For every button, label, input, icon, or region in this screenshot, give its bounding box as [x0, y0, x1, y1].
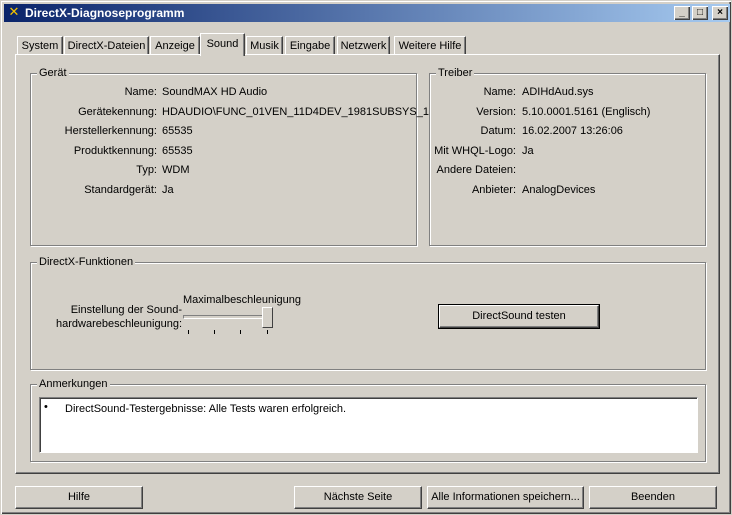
provider-label: Anbieter: — [471, 184, 516, 196]
bullet-icon: • — [44, 401, 48, 413]
tab-weitere-hilfe[interactable]: Weitere Hilfe — [394, 36, 466, 55]
device-group-legend: Gerät — [37, 66, 69, 80]
driver-date-label: Datum: — [480, 125, 516, 137]
directx-features-legend: DirectX-Funktionen — [37, 255, 136, 269]
default-device-value: Ja — [162, 184, 174, 196]
accel-slider-tick — [267, 330, 268, 334]
accel-level-value: Maximalbeschleunigung — [183, 294, 302, 306]
notes-legend: Anmerkungen — [37, 377, 110, 391]
close-button[interactable]: × — [712, 6, 728, 20]
next-page-button[interactable]: Nächste Seite — [294, 486, 422, 509]
driver-version-value: 5.10.0001.5161 (Englisch) — [522, 106, 651, 118]
sound-tab-panel: Gerät Name: SoundMAX HD Audio Gerätekenn… — [15, 54, 720, 474]
note-item: DirectSound-Testergebnisse: Alle Tests w… — [65, 403, 347, 415]
directsound-test-button[interactable]: DirectSound testen — [438, 304, 600, 329]
directx-features-group: DirectX-Funktionen Einstellung der Sound… — [30, 255, 706, 370]
minimize-button[interactable]: _ — [674, 6, 690, 20]
title-bar[interactable]: ✕ DirectX-Diagnoseprogramm _ □ × — [4, 4, 730, 22]
save-all-info-button[interactable]: Alle Informationen speichern... — [427, 486, 584, 509]
provider-value: AnalogDevices — [522, 184, 596, 196]
maximize-button[interactable]: □ — [692, 6, 708, 20]
accel-slider-tick — [214, 330, 215, 334]
driver-group: Treiber Name: ADIHdAud.sys Version: 5.10… — [429, 66, 706, 246]
directx-app-icon: ✕ — [8, 4, 20, 19]
product-id-label: Produktkennung: — [73, 145, 157, 157]
tab-system[interactable]: System — [17, 36, 63, 55]
default-device-label: Standardgerät: — [84, 184, 157, 196]
type-label: Typ: — [136, 164, 157, 176]
device-id-value: HDAUDIO\FUNC_01VEN_11D4DEV_1981SUBSYS_1 — [162, 106, 429, 118]
device-name-label: Name: — [124, 86, 157, 98]
driver-name-value: ADIHdAud.sys — [522, 86, 594, 98]
accel-slider-track[interactable] — [183, 315, 271, 319]
whql-value: Ja — [522, 145, 534, 157]
driver-version-label: Version: — [476, 106, 516, 118]
device-id-label: Gerätekennung: — [78, 106, 157, 118]
tab-directx-dateien[interactable]: DirectX-Dateien — [64, 36, 149, 55]
whql-label: Mit WHQL-Logo: — [434, 145, 516, 157]
accel-slider-tick — [240, 330, 241, 334]
driver-name-label: Name: — [483, 86, 516, 98]
exit-button[interactable]: Beenden — [589, 486, 717, 509]
accel-slider-thumb[interactable] — [262, 307, 273, 328]
help-button[interactable]: Hilfe — [15, 486, 143, 509]
tab-sound[interactable]: Sound — [200, 33, 245, 56]
driver-date-value: 16.02.2007 13:26:06 — [522, 125, 623, 137]
type-value: WDM — [162, 164, 190, 176]
tab-eingabe[interactable]: Eingabe — [285, 36, 335, 55]
notes-textbox[interactable]: • DirectSound-Testergebnisse: Alle Tests… — [39, 397, 698, 453]
vendor-id-value: 65535 — [162, 125, 193, 137]
tab-musik[interactable]: Musik — [246, 36, 283, 55]
window-title: DirectX-Diagnoseprogramm — [25, 6, 185, 20]
vendor-id-label: Herstellerkennung: — [64, 125, 157, 137]
main-window: ✕ DirectX-Diagnoseprogramm _ □ × System … — [0, 0, 732, 515]
accel-label-line2: hardwarebeschleunigung: — [56, 318, 182, 330]
notes-group: Anmerkungen • DirectSound-Testergebnisse… — [30, 377, 706, 462]
tab-netzwerk[interactable]: Netzwerk — [337, 36, 390, 55]
driver-group-legend: Treiber — [436, 66, 475, 80]
other-files-label: Andere Dateien: — [436, 164, 517, 176]
tab-anzeige[interactable]: Anzeige — [150, 36, 200, 55]
device-group: Gerät Name: SoundMAX HD Audio Gerätekenn… — [30, 66, 429, 246]
device-name-value: SoundMAX HD Audio — [162, 86, 268, 98]
accel-slider-tick — [188, 330, 189, 334]
accel-label-line1: Einstellung der Sound- — [70, 304, 182, 316]
product-id-value: 65535 — [162, 145, 193, 157]
